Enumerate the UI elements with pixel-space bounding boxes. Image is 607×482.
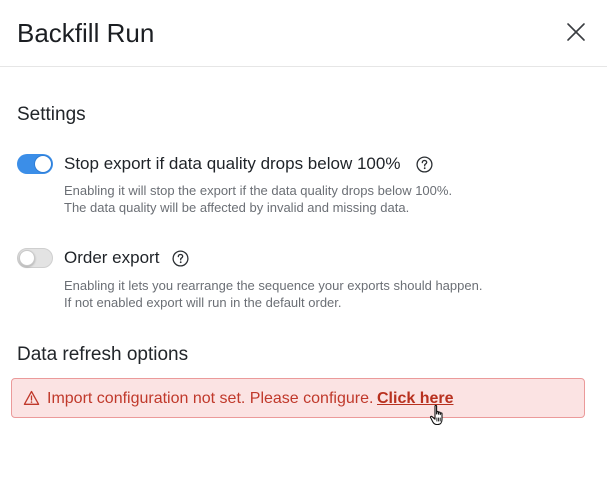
settings-section-title: Settings bbox=[17, 104, 86, 125]
help-icon[interactable] bbox=[172, 250, 189, 267]
import-config-alert: Import configuration not set. Please con… bbox=[11, 378, 585, 418]
stop-export-description-line-1: Enabling it will stop the export if the … bbox=[64, 183, 453, 198]
stop-export-label: Stop export if data quality drops below … bbox=[64, 154, 401, 173]
data-refresh-section-title: Data refresh options bbox=[17, 344, 189, 365]
hand-pointer-cursor-icon bbox=[429, 404, 443, 426]
toggle-knob bbox=[35, 156, 51, 172]
stop-export-toggle[interactable] bbox=[17, 154, 53, 174]
dialog-title: Backfill Run bbox=[17, 18, 155, 48]
close-icon bbox=[567, 23, 585, 41]
order-export-description-line-1: Enabling it lets you rearrange the seque… bbox=[64, 278, 483, 293]
backfill-run-dialog: Backfill Run Settings Stop export if dat… bbox=[0, 0, 607, 482]
alert-message: Import configuration not set. Please con… bbox=[47, 390, 374, 407]
warning-icon bbox=[23, 390, 40, 405]
order-export-description-line-2: If not enabled export will run in the de… bbox=[64, 295, 342, 310]
order-export-toggle[interactable] bbox=[17, 248, 53, 268]
toggle-knob bbox=[19, 250, 35, 266]
stop-export-description-line-2: The data quality will be affected by inv… bbox=[64, 200, 410, 215]
order-export-label: Order export bbox=[64, 248, 160, 267]
dialog-header: Backfill Run bbox=[0, 0, 607, 67]
close-button[interactable] bbox=[563, 19, 589, 45]
help-icon[interactable] bbox=[416, 156, 433, 173]
